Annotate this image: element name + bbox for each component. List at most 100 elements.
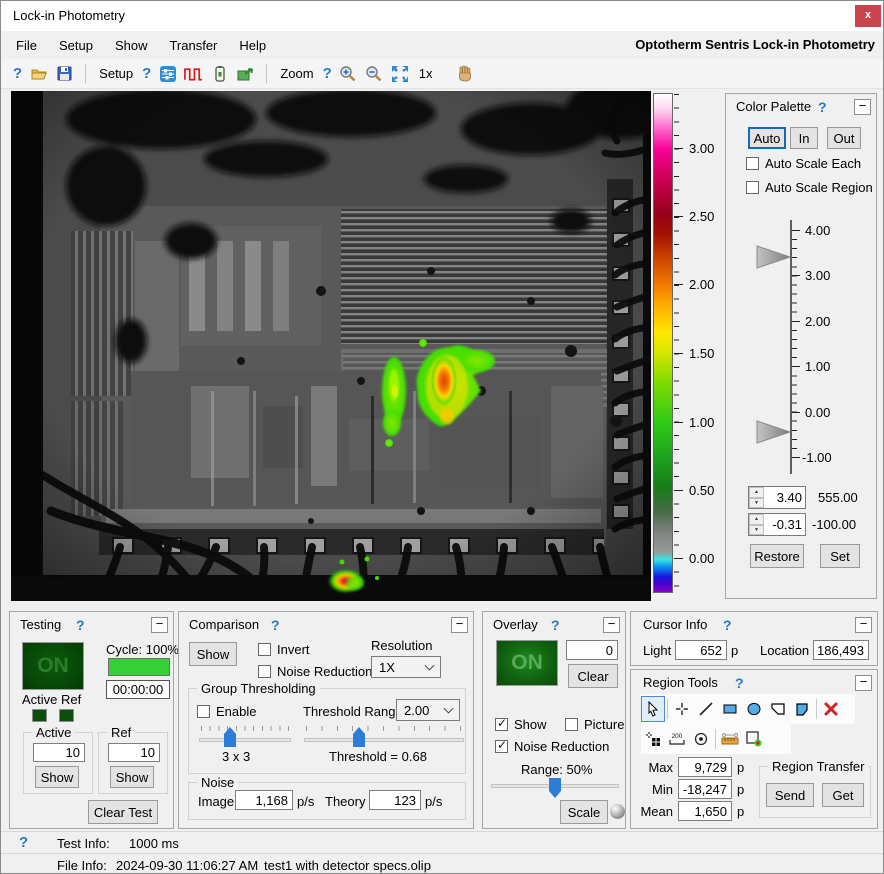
main-image[interactable]: [11, 91, 651, 601]
zoom-in-icon[interactable]: [339, 64, 358, 83]
rectangle-icon[interactable]: [718, 696, 742, 722]
sphere-icon[interactable]: [610, 804, 625, 819]
collapse-button[interactable]: −: [451, 617, 468, 633]
checkbox[interactable]: [495, 740, 508, 753]
help-icon[interactable]: ?: [13, 66, 22, 81]
menu-show[interactable]: Show: [104, 38, 159, 53]
ellipse-icon[interactable]: [742, 696, 766, 722]
upper-limit-slider[interactable]: [757, 246, 790, 268]
zoom-help-icon[interactable]: ?: [323, 66, 332, 81]
measure-icon[interactable]: 200: [665, 726, 689, 752]
help-icon[interactable]: ?: [271, 617, 280, 633]
noise-theory-field[interactable]: 123: [369, 790, 421, 810]
test-on-button[interactable]: ON: [22, 642, 84, 690]
spin-down-icon[interactable]: ▼: [749, 525, 764, 536]
send-button[interactable]: Send: [766, 783, 814, 807]
panel-title: Region Tools: [643, 675, 718, 690]
overlay-noise-reduction-checkbox[interactable]: Noise Reduction: [495, 739, 609, 754]
collapse-button[interactable]: −: [855, 617, 872, 633]
collapse-button[interactable]: −: [151, 617, 168, 633]
open-icon[interactable]: [29, 64, 48, 83]
spin-up-icon[interactable]: ▲: [749, 487, 764, 498]
restore-button[interactable]: Restore: [750, 544, 804, 568]
lower-value[interactable]: -0.31: [764, 514, 805, 535]
noise-image-field[interactable]: 1,168: [235, 790, 293, 810]
group-thresholding-group: Group Thresholding Enable Threshold Rang…: [188, 688, 466, 774]
help-icon[interactable]: ?: [551, 617, 560, 633]
lower-limit-slider[interactable]: [757, 421, 790, 443]
menu-help[interactable]: Help: [228, 38, 277, 53]
ref-count-field[interactable]: 10: [108, 743, 160, 762]
checkbox[interactable]: [258, 643, 271, 656]
select-icon[interactable]: [641, 696, 665, 722]
spin-down-icon[interactable]: ▼: [749, 498, 764, 509]
enable-checkbox[interactable]: Enable: [197, 704, 256, 719]
collapse-button[interactable]: −: [603, 617, 620, 633]
region-tools-panel: Region Tools ? −: [630, 669, 878, 829]
menu-file[interactable]: File: [5, 38, 48, 53]
waveform-icon[interactable]: [184, 64, 203, 83]
lower-limit-label: -100.00: [812, 517, 856, 532]
clear-test-button[interactable]: Clear Test: [88, 800, 158, 824]
noise-theory-label: Theory: [325, 794, 365, 809]
center-target-icon[interactable]: [689, 726, 713, 752]
overlay-on-button[interactable]: ON: [496, 640, 558, 686]
setup-help-icon[interactable]: ?: [142, 66, 151, 81]
overlay-count-field[interactable]: 0: [566, 640, 618, 660]
delete-icon[interactable]: [819, 696, 843, 722]
probe-icon[interactable]: [210, 64, 229, 83]
pixel-grid-icon[interactable]: [641, 726, 665, 752]
help-icon[interactable]: ?: [735, 675, 744, 691]
overlay-show-checkbox[interactable]: Show: [495, 717, 547, 732]
status-help-icon[interactable]: ?: [19, 835, 28, 850]
region-marker-icon[interactable]: [742, 726, 766, 752]
scale-button[interactable]: Scale: [560, 800, 608, 824]
polygon-icon[interactable]: [766, 696, 790, 722]
resolution-combo[interactable]: 1X: [371, 656, 441, 678]
ruler-icon[interactable]: [718, 726, 742, 752]
picture-checkbox[interactable]: Picture: [565, 717, 624, 732]
mean-field[interactable]: 1,650: [678, 801, 732, 821]
save-icon[interactable]: [55, 64, 74, 83]
checkbox[interactable]: [565, 718, 578, 731]
transfer-icon[interactable]: [236, 64, 255, 83]
upper-value-spinner[interactable]: ▲▼ 3.40: [748, 486, 806, 509]
overlay-clear-button[interactable]: Clear: [568, 664, 618, 688]
comparison-show-button[interactable]: Show: [189, 642, 237, 666]
point-icon[interactable]: [670, 696, 694, 722]
config-icon[interactable]: [158, 64, 177, 83]
checkbox[interactable]: [495, 718, 508, 731]
pan-hand-icon[interactable]: [455, 64, 474, 83]
range-slider-thumb[interactable]: [549, 778, 561, 798]
help-icon[interactable]: ?: [76, 617, 85, 633]
menu-setup[interactable]: Setup: [48, 38, 104, 53]
close-button[interactable]: x: [855, 5, 881, 27]
get-button[interactable]: Get: [822, 783, 864, 807]
fit-icon[interactable]: [391, 64, 410, 83]
location-field[interactable]: 186,493: [813, 640, 869, 660]
threshold-slider-track[interactable]: [304, 738, 464, 742]
invert-checkbox[interactable]: Invert: [258, 642, 310, 657]
checkbox[interactable]: [197, 705, 210, 718]
help-icon[interactable]: ?: [723, 617, 732, 633]
active-show-button[interactable]: Show: [35, 766, 79, 788]
light-field[interactable]: 652: [675, 640, 727, 660]
comparison-noise-reduction-checkbox[interactable]: Noise Reduction: [258, 664, 372, 679]
min-field[interactable]: -18,247: [678, 779, 732, 799]
active-count-field[interactable]: 10: [33, 743, 85, 762]
spin-up-icon[interactable]: ▲: [749, 514, 764, 525]
threshold-range-combo[interactable]: 2.00: [396, 699, 460, 721]
line-icon[interactable]: [694, 696, 718, 722]
menu-transfer[interactable]: Transfer: [158, 38, 228, 53]
collapse-button[interactable]: −: [855, 675, 872, 691]
set-button[interactable]: Set: [820, 544, 860, 568]
app-window: Lock-in Photometry x File Setup Show Tra…: [0, 0, 884, 874]
zoom-out-icon[interactable]: [365, 64, 384, 83]
upper-value[interactable]: 3.40: [764, 487, 805, 508]
max-field[interactable]: 9,729: [678, 757, 732, 777]
kernel-slider-track[interactable]: [199, 738, 291, 742]
lower-value-spinner[interactable]: ▲▼ -0.31: [748, 513, 806, 536]
ref-show-button[interactable]: Show: [110, 766, 154, 788]
checkbox[interactable]: [258, 665, 271, 678]
polygon-filled-icon[interactable]: [790, 696, 814, 722]
